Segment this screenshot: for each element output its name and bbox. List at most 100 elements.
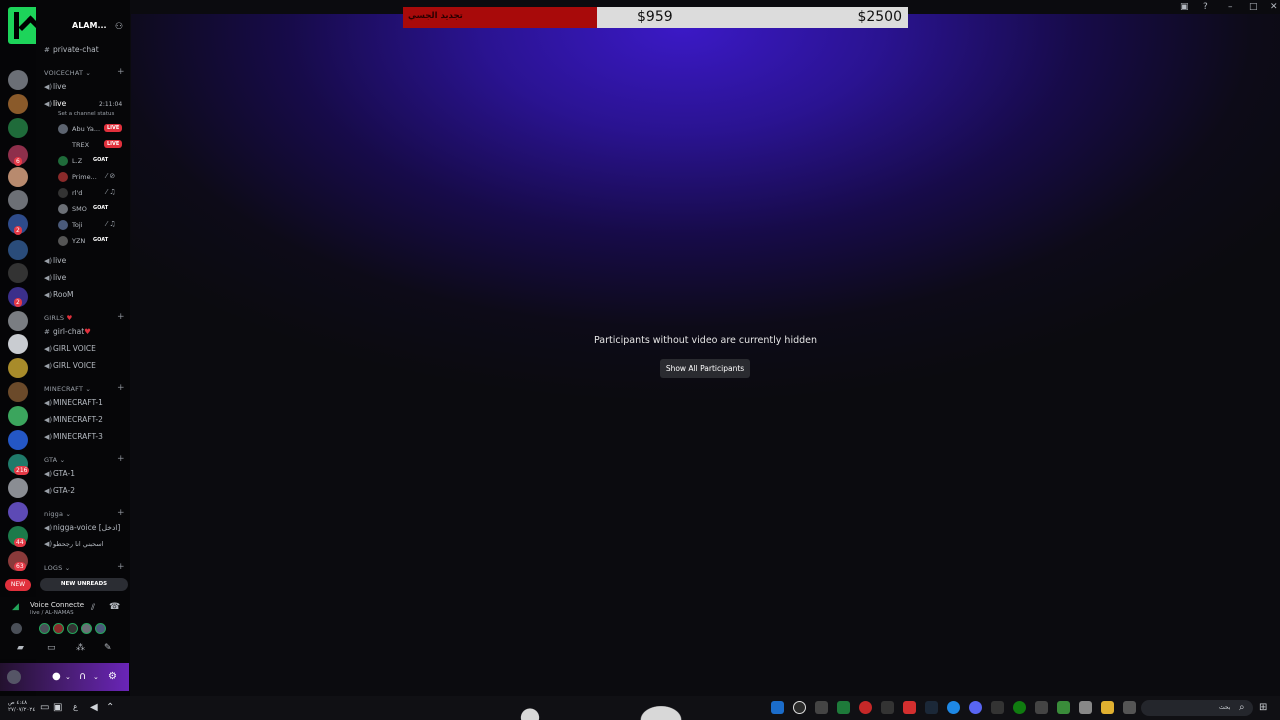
server-icon[interactable] <box>8 70 28 90</box>
category-girls[interactable]: GIRLS ♥ <box>44 314 73 322</box>
channel-gta-2[interactable]: ◀)GTA-2 <box>44 486 75 495</box>
app-icon[interactable] <box>1057 701 1070 714</box>
category-n[interactable]: nigga ⌄ <box>44 510 71 518</box>
app-icon[interactable] <box>903 701 916 714</box>
create-channel-icon[interactable]: + <box>117 383 125 393</box>
participant-avatar[interactable] <box>67 623 78 634</box>
create-channel-icon[interactable]: + <box>117 312 125 322</box>
add-friend-icon[interactable]: ⚇ <box>115 22 123 32</box>
chevron-down-icon[interactable]: ⌄ <box>65 673 71 681</box>
channel-minecraft-1[interactable]: ◀)MINECRAFT-1 <box>44 398 103 407</box>
activity-avatar[interactable] <box>11 623 22 634</box>
activities-icon[interactable]: ⁂ <box>76 643 85 653</box>
participant-avatar[interactable] <box>95 623 106 634</box>
voice-user[interactable]: Abu Ya... <box>58 124 100 134</box>
channel-live[interactable]: ◀)live <box>44 273 66 282</box>
inbox-icon[interactable]: ▣ <box>1180 2 1189 12</box>
microphone-icon[interactable]: ● <box>52 671 61 682</box>
new-servers-pill[interactable]: NEW <box>5 579 31 591</box>
voice-user[interactable]: SMO <box>58 204 87 214</box>
file-explorer-icon[interactable] <box>1101 701 1114 714</box>
camera-icon[interactable]: ▰ <box>17 643 24 653</box>
channel-room[interactable]: ◀)RooM <box>44 290 74 299</box>
app-icon[interactable] <box>1035 701 1048 714</box>
voice-user[interactable]: Prime... <box>58 172 97 182</box>
server-name[interactable]: ALAM... <box>72 21 107 30</box>
channel-minecraft-3[interactable]: ◀)MINECRAFT-3 <box>44 432 103 441</box>
app-icon[interactable] <box>793 701 806 714</box>
participant-avatar[interactable] <box>39 623 50 634</box>
server-icon[interactable] <box>8 334 28 354</box>
app-icon[interactable] <box>1123 701 1136 714</box>
server-icon[interactable] <box>8 502 28 522</box>
noise-suppression-icon[interactable]: ⫽ <box>91 603 95 613</box>
new-unreads-button[interactable]: NEW UNREADS <box>40 578 128 591</box>
show-all-participants-button[interactable]: Show All Participants <box>660 359 750 378</box>
store-icon[interactable] <box>1079 701 1092 714</box>
user-avatar[interactable] <box>7 670 21 684</box>
server-icon[interactable] <box>8 118 28 138</box>
language-indicator[interactable]: ع <box>73 702 78 711</box>
app-icon[interactable] <box>837 701 850 714</box>
server-icon[interactable] <box>8 406 28 426</box>
participant-avatar[interactable] <box>53 623 64 634</box>
category-minecraft[interactable]: MINECRAFT ⌄ <box>44 385 91 393</box>
create-channel-icon[interactable]: + <box>117 508 125 518</box>
server-icon[interactable] <box>8 94 28 114</box>
maximize-icon[interactable]: □ <box>1249 2 1258 12</box>
chevron-up-icon[interactable]: ⌃ <box>106 702 114 713</box>
help-icon[interactable]: ? <box>1203 2 1208 12</box>
server-icon[interactable] <box>8 430 28 450</box>
app-icon[interactable] <box>881 701 894 714</box>
search-icon[interactable]: ⌕ <box>1239 702 1245 713</box>
server-icon[interactable] <box>8 240 28 260</box>
app-icon[interactable] <box>815 701 828 714</box>
channel-girl-chat[interactable]: # girl-chat♥ <box>44 327 91 336</box>
clock[interactable]: ٤:٤٨ ص ٢٧/٠٧/٢٠٢٤ <box>8 700 35 714</box>
server-icon[interactable] <box>8 263 28 283</box>
category-logs[interactable]: LOGS ⌄ <box>44 564 70 572</box>
channel-minecraft-2[interactable]: ◀)MINECRAFT-2 <box>44 415 103 424</box>
search-box[interactable]: بحث <box>1141 700 1253 716</box>
channel-live-active[interactable]: ◀)live <box>44 99 66 108</box>
server-icon[interactable] <box>8 478 28 498</box>
voice-status-title[interactable]: Voice Connecte <box>30 601 84 609</box>
app-icon[interactable] <box>859 701 872 714</box>
app-icon[interactable] <box>771 701 784 714</box>
display-icon[interactable]: ▣ <box>53 702 62 713</box>
voice-user[interactable]: rl'd <box>58 188 82 198</box>
chevron-down-icon[interactable]: ⌄ <box>93 673 99 681</box>
windows-start-icon[interactable]: ⊞ <box>1259 702 1267 713</box>
category-gta[interactable]: GTA ⌄ <box>44 456 65 464</box>
soundboard-icon[interactable]: ✎ <box>104 643 112 653</box>
voice-user[interactable]: L.Z <box>58 156 82 166</box>
settings-gear-icon[interactable]: ⚙ <box>108 671 117 682</box>
channel-girl-voice[interactable]: ◀)GIRL VOICE <box>44 361 96 370</box>
voice-status-subtitle[interactable]: live / AL-NAMAS <box>30 610 74 616</box>
channel-live[interactable]: ◀)live <box>44 82 66 91</box>
channel-n-voice-2[interactable]: ◀)اسحبني انا رجحطو <box>44 540 104 548</box>
disconnect-icon[interactable]: ☎ <box>109 602 120 612</box>
app-icon[interactable] <box>947 701 960 714</box>
volume-icon[interactable]: ◀ <box>90 702 98 713</box>
app-icon[interactable] <box>991 701 1004 714</box>
screen-share-icon[interactable]: ▭ <box>47 643 56 653</box>
channel-girl-voice[interactable]: ◀)GIRL VOICE <box>44 344 96 353</box>
headphones-icon[interactable]: ∩ <box>79 671 86 682</box>
xbox-icon[interactable] <box>1013 701 1026 714</box>
discord-taskbar-icon[interactable] <box>969 701 982 714</box>
channel-status-hint[interactable]: Set a channel status <box>58 111 114 117</box>
server-icon[interactable] <box>8 311 28 331</box>
voice-user[interactable]: Toji <box>58 220 82 230</box>
participant-avatar[interactable] <box>81 623 92 634</box>
channel-gta-1[interactable]: ◀)GTA-1 <box>44 469 75 478</box>
chat-icon[interactable]: ▭ <box>40 702 49 713</box>
server-icon[interactable] <box>8 382 28 402</box>
voice-user[interactable]: YZN <box>58 236 85 246</box>
server-icon[interactable] <box>8 167 28 187</box>
server-icon[interactable] <box>8 190 28 210</box>
server-icon[interactable] <box>8 358 28 378</box>
channel-n-voice[interactable]: ◀)nigga-voice [ادخل] <box>44 523 120 532</box>
create-channel-icon[interactable]: + <box>117 67 125 77</box>
voice-user[interactable]: TREX <box>58 140 89 150</box>
